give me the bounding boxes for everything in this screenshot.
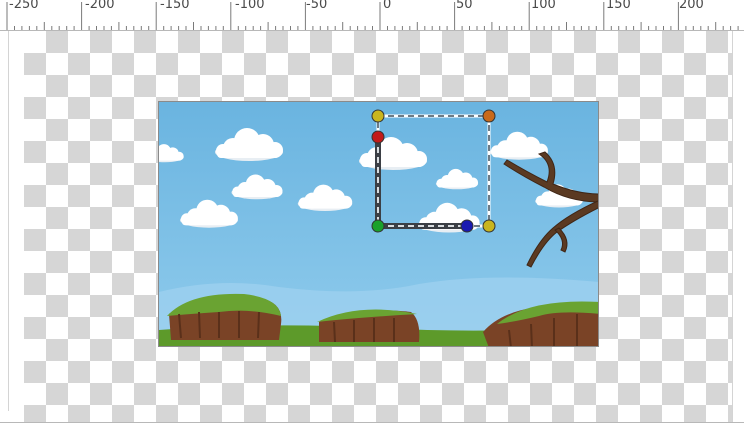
handle-bottom-mid[interactable] [460, 219, 474, 233]
handle-bottom-left[interactable] [371, 219, 385, 233]
selection-bounding-box [376, 114, 491, 228]
selection-bounding-box-dash [377, 115, 490, 227]
handle-bottom-right[interactable] [482, 219, 496, 233]
handle-left-mid[interactable] [371, 130, 385, 144]
handle-top-left[interactable] [371, 109, 385, 123]
handle-top-right[interactable] [482, 109, 496, 123]
selection-overlay [371, 109, 496, 233]
